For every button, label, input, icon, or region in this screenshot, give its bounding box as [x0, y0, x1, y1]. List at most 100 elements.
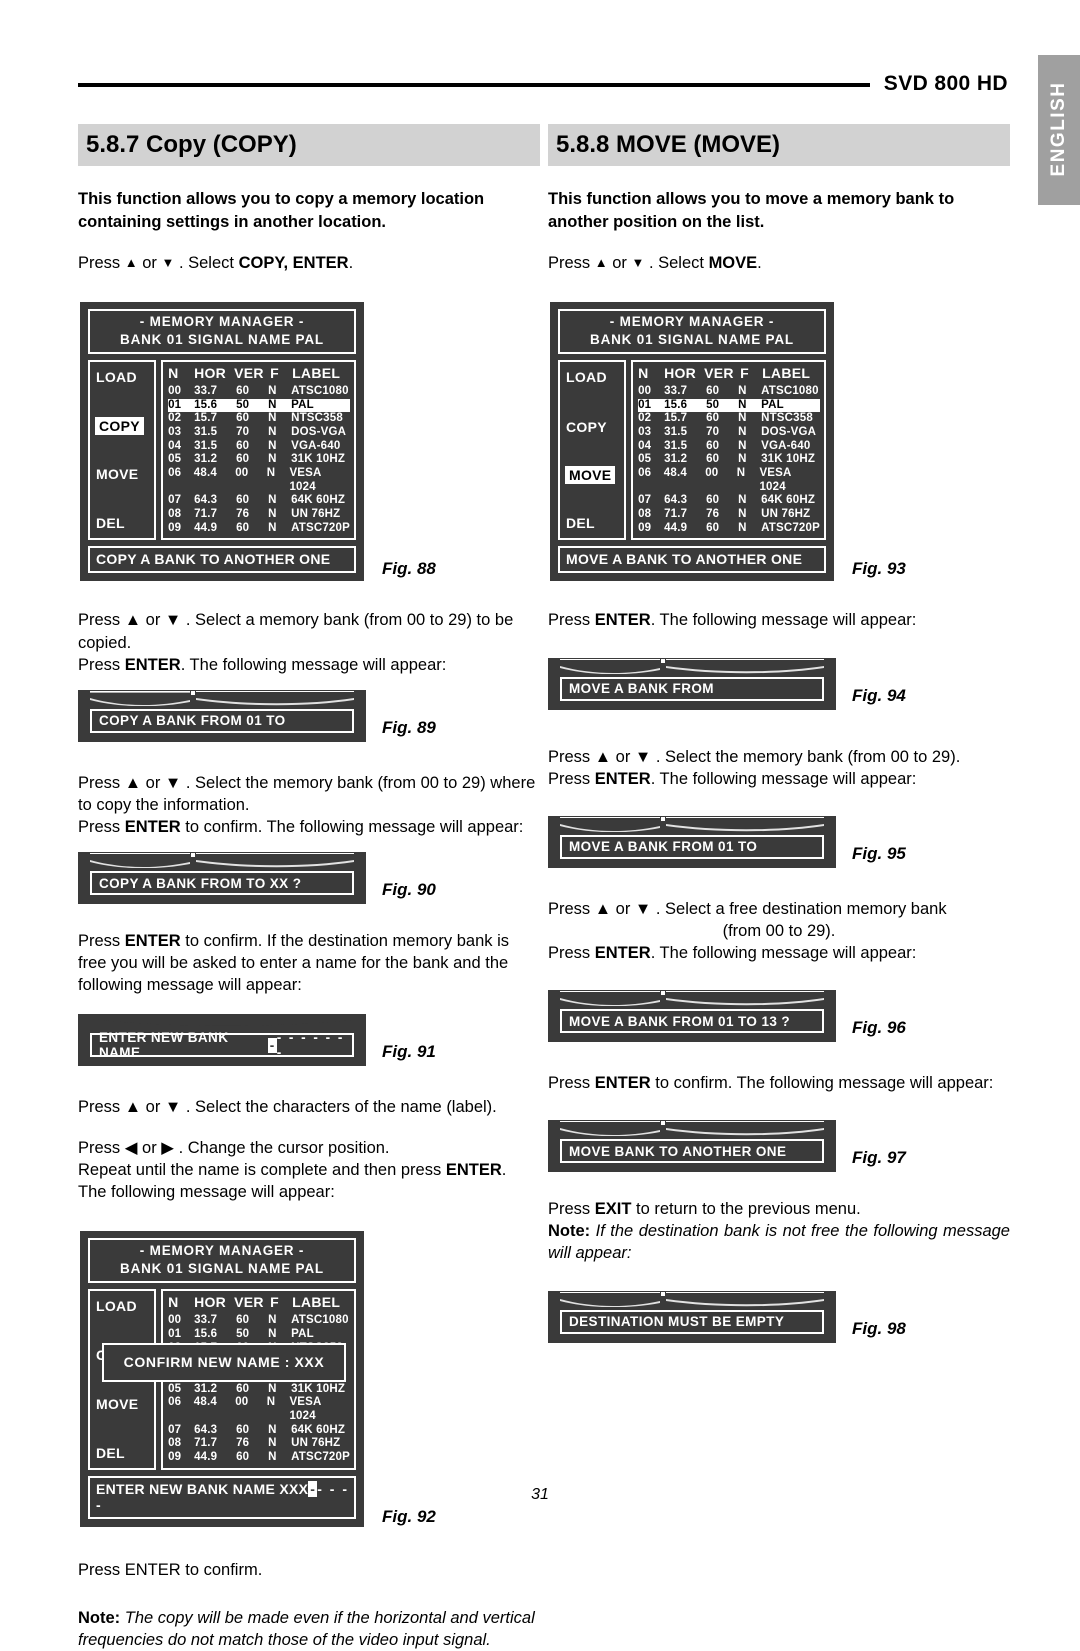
osd-strip-94: MOVE A BANK FROM	[548, 657, 836, 710]
bank-label: ATSC1080	[291, 1314, 349, 1327]
bank-hor: 31.5	[194, 439, 218, 452]
osd-menu-item-del[interactable]: DEL	[90, 513, 154, 533]
osd-bank-row[interactable]: 09 44.9 60 N ATSC720P	[168, 522, 350, 536]
osd-memory-manager-copy: - MEMORY MANAGER - BANK 01 SIGNAL NAME P…	[78, 299, 366, 584]
osd-menu-item-copy[interactable]: COPY	[95, 416, 144, 435]
osd-message-98: DESTINATION MUST BE EMPTY	[560, 1309, 824, 1334]
osd-bank-row[interactable]: 03 31.5 70 N DOS-VGA	[168, 426, 350, 440]
osd-bank-row[interactable]: 04 31.5 60 N VGA-640	[168, 440, 350, 454]
text-press-r3: Press	[548, 769, 595, 788]
osd-bank-row[interactable]: 03 31.5 70 N DOS-VGA	[638, 426, 820, 440]
bank-hor: 71.7	[664, 508, 688, 521]
osd-bank-row[interactable]: 00 33.7 60 N ATSC1080	[638, 385, 820, 399]
bank-label: 31K 10HZ	[291, 453, 346, 466]
osd-bank-row[interactable]: 08 71.7 76 N UN 76HZ	[638, 508, 820, 522]
osd-menu-item-del-92[interactable]: DEL	[90, 1443, 154, 1463]
osd-title-line2: BANK 01 SIGNAL NAME PAL	[120, 331, 324, 347]
bank-label: UN 76HZ	[291, 508, 341, 521]
osd-bank-row[interactable]: 01 15.6 50 N PAL	[168, 1328, 350, 1342]
text-press-r5: Press	[548, 1074, 595, 1093]
osd-menu-item-del-93[interactable]: DEL	[560, 513, 624, 533]
note-label-copy: Note:	[78, 1608, 121, 1627]
para-press-enter-95: Press ENTER. The following message will …	[548, 768, 1010, 790]
bank-ver: 60	[236, 453, 250, 466]
osd-bank-row[interactable]: 08 71.7 76 N UN 76HZ	[168, 508, 350, 522]
osd-message-94: MOVE A BANK FROM	[560, 676, 824, 701]
osd-bank-row[interactable]: 01 15.6 50 N PAL	[168, 398, 350, 413]
bank-number: 04	[168, 439, 182, 452]
osd-bank-row[interactable]: 06 48.4 00 N VESA 1024	[168, 467, 350, 494]
osd-rows-92: 0033.760NATSC10800115.650NPAL0215.760NNT…	[168, 1314, 350, 1464]
bank-number: 02	[168, 412, 182, 425]
osd-label-91: ENTER NEW BANK NAME	[99, 1030, 229, 1061]
osd-menu-item-load[interactable]: LOAD	[90, 367, 154, 387]
osd-bank-row[interactable]: 02 15.7 60 N NTSC358	[638, 412, 820, 426]
osd-bank-row[interactable]: 06 48.4 00 N VESA 1024	[638, 467, 820, 494]
bank-label: 31K 10HZ	[291, 1382, 346, 1395]
osd-menu-item-move[interactable]: MOVE	[90, 464, 154, 484]
osd-memory-manager-move: - MEMORY MANAGER - BANK 01 SIGNAL NAME P…	[548, 299, 836, 584]
bank-f: N	[738, 521, 747, 534]
bank-label: VESA 1024	[759, 467, 792, 493]
osd-bank-row[interactable]: 06 48.4 00 N VESA 1024	[168, 1396, 350, 1423]
bank-number: 00	[168, 385, 182, 398]
osd-bank-row[interactable]: 09 44.9 60 N ATSC720P	[638, 522, 820, 536]
text-select-r1: . Select	[644, 253, 709, 272]
header-rule	[78, 83, 870, 87]
osd-title-line2-93: BANK 01 SIGNAL NAME PAL	[590, 331, 794, 347]
para-cursor-position: Press ◀ or ▶ . Change the cursor positio…	[78, 1138, 390, 1157]
model-name: SVD 800 HD	[883, 72, 1008, 95]
bank-label: PAL	[761, 398, 784, 411]
text-select: . Select	[174, 253, 239, 272]
col-n-93: N	[638, 365, 649, 382]
figure-caption-98: Fig. 98	[852, 1318, 906, 1338]
osd-list-header-93: N HOR VER F LABEL	[638, 365, 820, 381]
osd-bank-row[interactable]: 09 44.9 60 N ATSC720P	[168, 1451, 350, 1465]
para-press-exit: Press EXIT to return to the previous men…	[548, 1198, 1010, 1220]
text-msg-2: . The following message will appear:	[180, 655, 447, 674]
osd-menu-item-load-93[interactable]: LOAD	[560, 367, 624, 387]
osd-bank-row[interactable]: 00 33.7 60 N ATSC1080	[168, 1314, 350, 1328]
osd-strip-90: COPY A BANK FROM TO XX ?	[78, 852, 366, 905]
bank-number: 09	[168, 521, 182, 534]
col-f: F	[270, 365, 279, 382]
figure-caption-90: Fig. 90	[382, 880, 436, 900]
bank-number: 01	[168, 1327, 182, 1340]
language-tab: ENGLISH	[1038, 55, 1080, 205]
osd-bank-row[interactable]: 08 71.7 76 N UN 76HZ	[168, 1437, 350, 1451]
bank-hor: 44.9	[194, 1451, 218, 1464]
osd-bank-row[interactable]: 04 31.5 60 N VGA-640	[638, 440, 820, 454]
osd-bank-row[interactable]: 05 31.2 60 N 31K 10HZ	[638, 453, 820, 467]
osd-message-90: COPY A BANK FROM TO XX ?	[90, 871, 354, 896]
osd-bank-list-copy: N HOR VER F LABEL 00 33.7 60 N ATSC1080 01 15.…	[161, 360, 356, 541]
bank-ver: 76	[236, 508, 250, 521]
bank-number: 01	[638, 398, 652, 411]
section-header-move: 5.8.8 MOVE (MOVE)	[548, 124, 1010, 166]
osd-menu-item-copy-93[interactable]: COPY	[560, 417, 624, 437]
osd-torn-edge-icon	[548, 1120, 836, 1137]
text-period-r1: .	[757, 253, 762, 272]
figure-caption-88: Fig. 88	[382, 559, 436, 579]
osd-bank-row[interactable]: 01 15.6 50 N PAL	[638, 398, 820, 413]
osd-bank-row[interactable]: 07 64.3 60 N 64K 60HZ	[638, 494, 820, 508]
bank-hor: 44.9	[664, 521, 688, 534]
osd-bank-row[interactable]: 00 33.7 60 N ATSC1080	[168, 385, 350, 399]
bank-hor: 71.7	[194, 1437, 218, 1450]
osd-bank-row[interactable]: 07 64.3 60 N 64K 60HZ	[168, 494, 350, 508]
osd-menu-item-load-92[interactable]: LOAD	[90, 1296, 154, 1316]
osd-menu-item-move-93[interactable]: MOVE	[565, 465, 616, 484]
osd-title-line1-93: - MEMORY MANAGER -	[609, 313, 775, 329]
bank-label: ATSC720P	[291, 1451, 350, 1464]
page-header: SVD 800 HD	[78, 72, 1008, 96]
figure-89: COPY A BANK FROM 01 TO Fig. 89	[78, 689, 540, 742]
right-column: 5.8.8 MOVE (MOVE) This function allows y…	[548, 124, 1010, 1343]
osd-bank-row[interactable]: 02 15.7 60 N NTSC358	[168, 412, 350, 426]
bank-number: 04	[638, 439, 652, 452]
bank-ver: 60	[236, 439, 250, 452]
osd-bank-row[interactable]: 07 64.3 60 N 64K 60HZ	[168, 1424, 350, 1438]
osd-bank-row[interactable]: 05 31.2 60 N 31K 10HZ	[168, 453, 350, 467]
osd-menu-item-move-92[interactable]: MOVE	[90, 1394, 154, 1414]
osd-bank-row[interactable]: 05 31.2 60 N 31K 10HZ	[168, 1383, 350, 1397]
figure-caption-96: Fig. 96	[852, 1018, 906, 1038]
note-move: Note: If the destination bank is not fre…	[548, 1220, 1010, 1264]
